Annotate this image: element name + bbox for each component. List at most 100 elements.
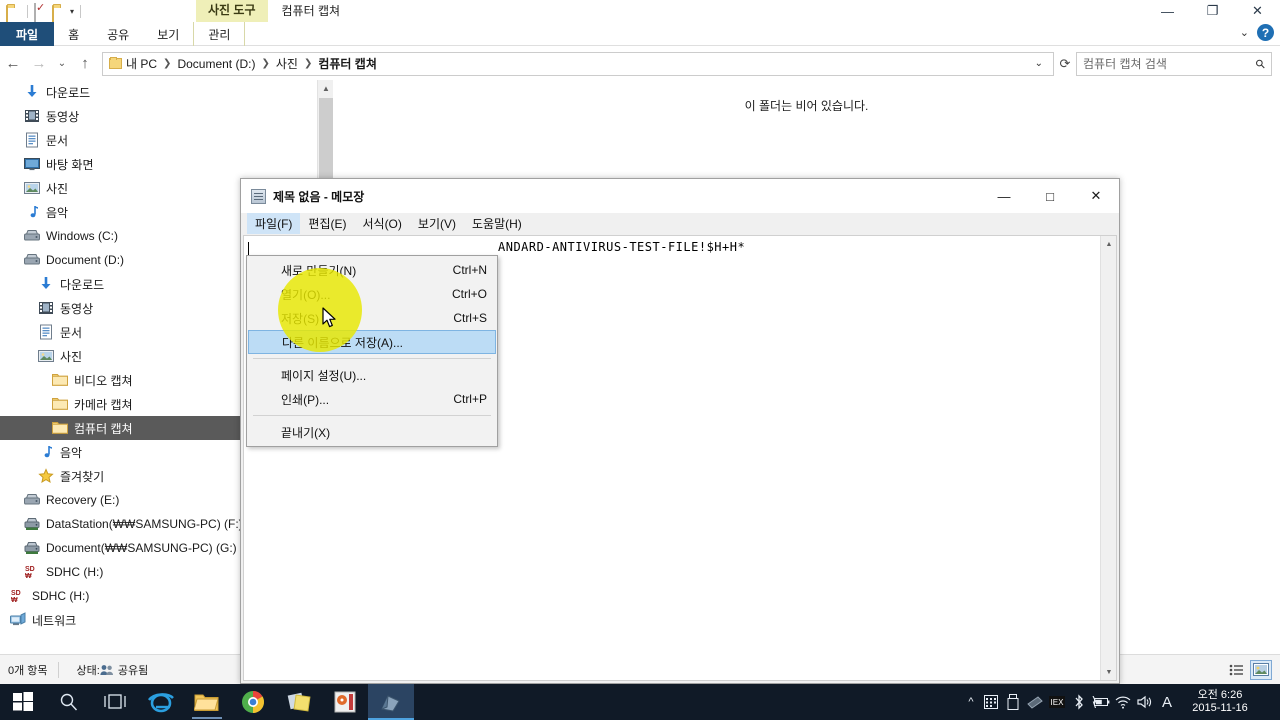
status-state-label: 상태: xyxy=(76,664,100,677)
up-arrow-up-icon[interactable]: ↑ xyxy=(72,51,98,77)
menu-item-page-setup[interactable]: 페이지 설정(U)... xyxy=(247,363,497,387)
menu-file[interactable]: 파일(F) xyxy=(247,212,301,234)
google-chrome-icon[interactable] xyxy=(230,684,276,720)
menu-item-exit[interactable]: 끝내기(X) xyxy=(247,420,497,444)
breadcrumb-item-0[interactable]: 내 PC xyxy=(126,55,157,72)
notepad-taskbar-icon[interactable] xyxy=(368,684,414,720)
usb-icon[interactable] xyxy=(1002,684,1024,720)
action-center-icon[interactable] xyxy=(1262,684,1280,720)
tab-home[interactable]: 홈 xyxy=(54,22,93,46)
sidebar-item-label: 문서 xyxy=(46,133,69,148)
scroll-up-chevron-up-icon[interactable]: ▲ xyxy=(318,80,333,97)
battery-icon[interactable] xyxy=(1090,684,1112,720)
tab-file[interactable]: 파일 xyxy=(0,22,55,46)
menu-item-save[interactable]: 저장(S) Ctrl+S xyxy=(247,306,497,330)
close-button[interactable]: ✕ xyxy=(1235,0,1280,22)
notepad-maximize-button[interactable]: □ xyxy=(1027,179,1073,213)
sidebar-item-3[interactable]: 바탕 화면 xyxy=(0,152,333,176)
shared-users-icon xyxy=(100,664,114,676)
ribbon-expand-chevron-down-icon[interactable]: ⌄ xyxy=(1240,26,1249,39)
notepad-scroll-down-chevron-down-icon[interactable]: ▼ xyxy=(1101,664,1116,680)
download-icon xyxy=(38,276,54,292)
menu-item-page-setup-label: 페이지 설정(U)... xyxy=(281,368,367,383)
tab-share[interactable]: 공유 xyxy=(93,22,143,46)
notepad-vertical-scrollbar[interactable]: ▲ ▼ xyxy=(1100,236,1116,680)
window-title: 컴퓨터 캡쳐 xyxy=(281,4,341,18)
sidebar-item-label: 비디오 캡쳐 xyxy=(74,373,133,388)
menu-separator-2 xyxy=(253,415,491,416)
tab-manage[interactable]: 관리 xyxy=(193,22,246,46)
view-toggle-group xyxy=(1226,659,1272,680)
menu-item-print[interactable]: 인쇄(P)... Ctrl+P xyxy=(247,387,497,411)
back-arrow-left-icon[interactable]: ← xyxy=(0,51,26,77)
menu-help[interactable]: 도움말(H) xyxy=(464,213,530,234)
forward-arrow-right-icon[interactable]: → xyxy=(26,51,52,77)
file-explorer-icon[interactable] xyxy=(184,684,230,720)
wifi-icon[interactable] xyxy=(1112,684,1134,720)
qat-new-item-icon[interactable] xyxy=(52,4,67,24)
sidebar-item-label: 즐겨찾기 xyxy=(60,469,105,484)
large-icons-view-icon[interactable] xyxy=(1250,659,1272,680)
menu-item-new[interactable]: 새로 만들기(N) Ctrl+N xyxy=(247,258,497,282)
task-view-icon[interactable] xyxy=(92,684,138,720)
menu-item-open[interactable]: 열기(O)... Ctrl+O xyxy=(247,282,497,306)
breadcrumb-separator-icon-2: ❯ xyxy=(261,58,270,69)
search-box[interactable]: 컴퓨터 캡쳐 검색 ⚲ xyxy=(1076,51,1272,76)
details-view-icon[interactable] xyxy=(1226,660,1248,680)
notepad-scroll-up-chevron-up-icon[interactable]: ▲ xyxy=(1101,236,1116,252)
menu-edit[interactable]: 편집(E) xyxy=(300,213,354,234)
volume-icon[interactable] xyxy=(1134,684,1156,720)
breadcrumb-item-1[interactable]: Document (D:) xyxy=(177,57,255,71)
refresh-icon[interactable]: ⟳ xyxy=(1054,52,1076,76)
sidebar-item-0[interactable]: 다운로드 xyxy=(0,80,333,104)
menu-format[interactable]: 서식(O) xyxy=(354,213,409,234)
drive-icon xyxy=(24,252,40,268)
ime-language-icon[interactable]: A xyxy=(1156,684,1178,720)
internet-explorer-icon[interactable] xyxy=(138,684,184,720)
search-input[interactable]: 컴퓨터 캡쳐 검색 xyxy=(1083,55,1256,72)
document-icon xyxy=(24,132,40,148)
sd-card-icon: SD ₩ xyxy=(24,564,40,580)
document-icon xyxy=(38,324,54,340)
menu-item-save-as-label: 다른 이름으로 저장(A)... xyxy=(282,335,403,350)
calendar-icon[interactable] xyxy=(980,684,1002,720)
tab-view[interactable]: 보기 xyxy=(143,22,193,46)
sidebar-item-label: DataStation(₩₩SAMSUNG-PC) (F:) xyxy=(46,517,243,531)
breadcrumb-item-2[interactable]: 사진 xyxy=(276,55,298,72)
clock[interactable]: 오전 6:26 2015-11-16 xyxy=(1178,684,1262,720)
sidebar-item-label: 사진 xyxy=(60,349,83,364)
sidebar-item-label: 동영상 xyxy=(46,109,80,124)
notepad-title: 제목 없음 - 메모장 xyxy=(273,189,365,204)
notepad-close-button[interactable]: ✕ xyxy=(1073,179,1119,213)
menu-view[interactable]: 보기(V) xyxy=(410,213,464,234)
sidebar-item-1[interactable]: 동영상 xyxy=(0,104,333,128)
qat-folder-icon[interactable] xyxy=(6,4,21,24)
sticky-notes-icon[interactable] xyxy=(276,684,322,720)
qat-chevron-down-icon[interactable]: ▾ xyxy=(70,4,74,19)
device-icon[interactable] xyxy=(1024,684,1046,720)
address-bar[interactable]: 내 PC ❯ Document (D:) ❯ 사진 ❯ 컴퓨터 캡쳐 ⌄ xyxy=(102,51,1054,76)
breadcrumb-item-3[interactable]: 컴퓨터 캡쳐 xyxy=(318,55,377,72)
qat-checkbox-icon[interactable] xyxy=(34,3,49,22)
search-icon[interactable] xyxy=(46,684,92,720)
notepad-minimize-button[interactable]: — xyxy=(981,179,1027,213)
menu-item-open-shortcut: Ctrl+O xyxy=(451,287,487,301)
show-hidden-icons-chevron-up-icon[interactable]: ^ xyxy=(962,684,980,720)
taskbar: ^ IEX A 오전 6:26 2015-11-16 xyxy=(0,684,1280,720)
sidebar-item-label: 음악 xyxy=(60,445,83,460)
empty-folder-message: 이 폴더는 비어 있습니다. xyxy=(744,99,869,113)
windows-start-icon[interactable] xyxy=(0,684,46,720)
ime-mode-icon[interactable]: IEX xyxy=(1046,684,1068,720)
menu-item-new-shortcut: Ctrl+N xyxy=(452,263,487,277)
bluetooth-icon[interactable] xyxy=(1068,684,1090,720)
maximize-button[interactable]: ❐ xyxy=(1190,0,1235,22)
media-app-icon[interactable] xyxy=(322,684,368,720)
help-question-mark-icon[interactable]: ? xyxy=(1257,24,1274,41)
menu-item-save-as[interactable]: 다른 이름으로 저장(A)... xyxy=(248,330,496,354)
minimize-button[interactable]: — xyxy=(1145,0,1190,22)
address-dropdown-chevron-down-icon[interactable]: ⌄ xyxy=(1029,58,1049,69)
sidebar-item-2[interactable]: 문서 xyxy=(0,128,333,152)
recent-locations-chevron-down-icon[interactable]: ⌄ xyxy=(52,51,72,77)
menu-item-print-label: 인쇄(P)... xyxy=(281,392,330,407)
sidebar-item-label: Windows (C:) xyxy=(46,229,119,243)
